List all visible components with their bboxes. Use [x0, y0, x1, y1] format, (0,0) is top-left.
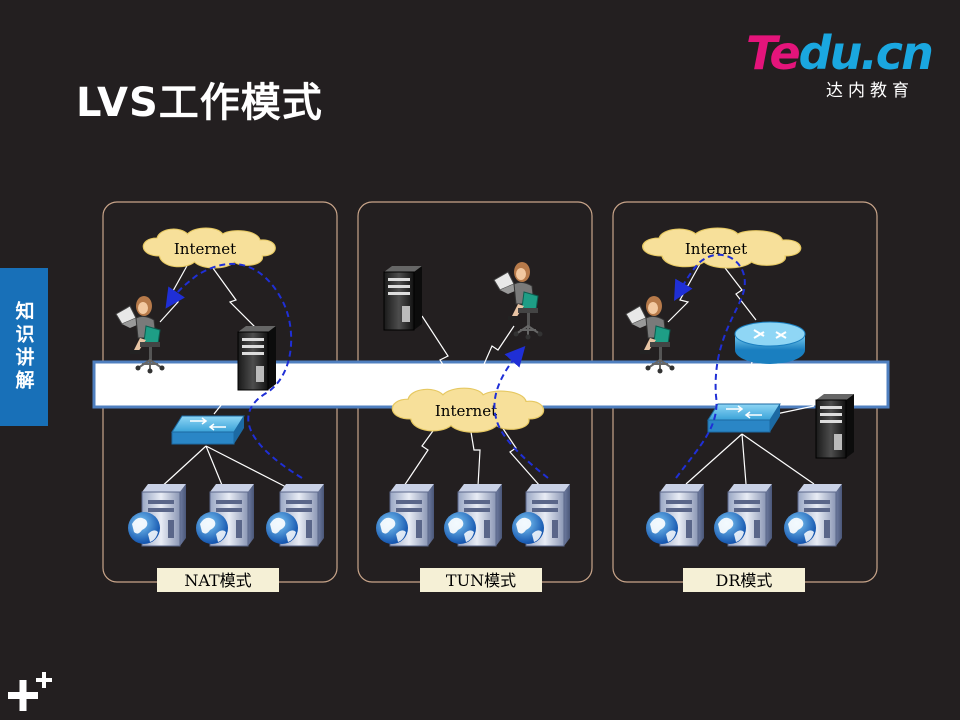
dr-link-cloud-client [667, 263, 701, 323]
nat-link-switch-rs1 [157, 445, 207, 491]
tun-link-cloud-rs2 [469, 425, 481, 487]
nat-real-server-3 [265, 483, 325, 547]
tun-real-server-3 [511, 483, 571, 547]
dr-real-server-1 [645, 483, 705, 547]
nat-link-cloud-client [159, 263, 189, 323]
dr-director-server [815, 393, 855, 459]
dr-cloud-label: Internet [685, 240, 747, 258]
nat-director-server [237, 325, 277, 391]
tun-link-cloud-rs1 [403, 423, 439, 487]
nat-label: NAT模式 [184, 571, 251, 590]
tun-client-person [493, 261, 544, 341]
nat-link-switch-rs3 [205, 445, 293, 491]
dr-switch [707, 403, 781, 433]
tun-director-server [383, 265, 423, 331]
tun-link-cloud-rs3 [499, 423, 541, 487]
dr-link-switch-rs2 [741, 433, 747, 485]
dr-link-switch-rs3 [741, 433, 815, 485]
nat-real-server-2 [195, 483, 255, 547]
dr-label: DR模式 [716, 571, 773, 590]
tun-cloud-label: Internet [435, 402, 497, 420]
nat-link-cloud-director [209, 263, 259, 331]
dr-link-switch-rs1 [685, 433, 743, 485]
nat-real-server-1 [127, 483, 187, 547]
lvs-diagram: Internet NAT模式 Internet TUN模式 Internet D… [92, 201, 890, 592]
dr-real-server-3 [783, 483, 843, 547]
dr-link-cloud-router [721, 263, 757, 321]
tun-real-server-2 [443, 483, 503, 547]
dr-real-server-2 [713, 483, 773, 547]
tun-real-server-1 [375, 483, 435, 547]
nat-link-switch-rs2 [205, 445, 225, 491]
nat-switch [171, 415, 245, 445]
tun-label: TUN模式 [446, 571, 516, 590]
dr-router-icon [734, 321, 806, 364]
nat-cloud-label: Internet [174, 240, 236, 258]
plus-plus-icon [8, 672, 52, 711]
